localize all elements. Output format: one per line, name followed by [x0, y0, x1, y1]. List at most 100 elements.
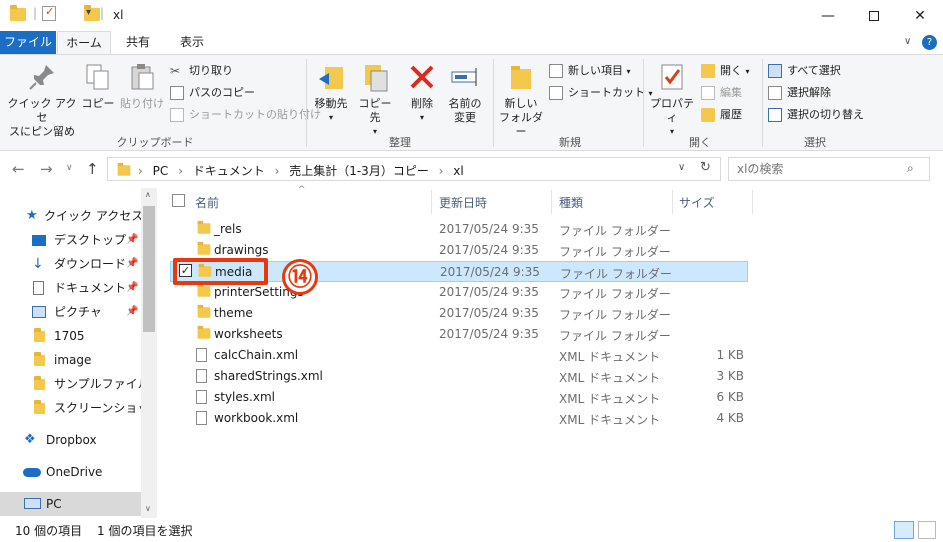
file-name: drawings	[214, 243, 269, 257]
maximize-button[interactable]	[851, 0, 897, 31]
nav-item-folder[interactable]: スクリーンショット	[0, 396, 157, 420]
nav-item-quick-access[interactable]: ★ クイック アクセス	[0, 204, 144, 228]
tab-home[interactable]: ホーム	[57, 31, 111, 54]
column-header-name[interactable]: 名前	[195, 194, 219, 211]
up-arrow-icon[interactable]: ↑	[86, 160, 99, 178]
nav-item-label: 1705	[54, 329, 85, 343]
help-icon[interactable]: ?	[922, 35, 937, 50]
column-divider[interactable]	[752, 190, 753, 214]
large-icons-view-icon[interactable]	[918, 521, 936, 539]
breadcrumb-item[interactable]: PC	[153, 164, 169, 178]
properties-icon[interactable]: ✓	[42, 5, 56, 21]
file-date: 2017/05/24 9:35	[439, 243, 539, 257]
folder-icon[interactable]	[10, 5, 26, 21]
nav-item-label: ダウンロード	[54, 257, 127, 271]
invert-selection-button[interactable]: 選択の切り替え	[768, 105, 864, 125]
column-divider[interactable]	[672, 190, 673, 214]
paste-shortcut-button[interactable]: ショートカットの貼り付け	[170, 105, 321, 125]
pin-quick-access-button[interactable]: クイック アクセ スにピン留め	[6, 61, 78, 139]
nav-item-folder[interactable]: image	[0, 348, 141, 372]
history-button[interactable]: 履歴	[701, 105, 742, 125]
select-none-button[interactable]: 選択解除	[768, 83, 831, 103]
delete-button[interactable]: 削除 ▾	[402, 61, 442, 125]
delete-label: 削除	[411, 97, 433, 110]
nav-item-pc[interactable]: PC	[0, 492, 141, 516]
column-header-size[interactable]: サイズ	[679, 194, 715, 211]
properties-button[interactable]: プロパティ ▾	[646, 61, 698, 139]
scroll-down-icon[interactable]: ∨	[145, 504, 151, 513]
select-all-checkbox[interactable]	[172, 194, 185, 207]
address-bar[interactable]: › PC › ドキュメント › 売上集計（1-3月）コピー › xl ∨ ↻	[107, 157, 721, 181]
cut-button[interactable]: ✂ 切り取り	[170, 61, 233, 81]
group-separator	[493, 59, 494, 147]
new-item-button[interactable]: 新しい項目 ▾	[549, 61, 631, 81]
delete-x-icon	[406, 61, 438, 93]
address-dropdown-icon[interactable]: ∨	[678, 162, 685, 173]
copy-to-button[interactable]: コピー先 ▾	[354, 61, 396, 139]
file-date: 2017/05/24 9:35	[439, 285, 539, 299]
breadcrumb-item[interactable]: 売上集計（1-3月）コピー	[289, 164, 429, 178]
nav-item-onedrive[interactable]: OneDrive	[0, 460, 141, 484]
forward-arrow-icon[interactable]: →	[40, 160, 53, 178]
table-row[interactable]: sharedStrings.xml XML ドキュメント 3 KB	[170, 366, 748, 387]
customize-qat-icon[interactable]: ▾	[86, 7, 91, 18]
copy-to-label: コピー先	[358, 97, 392, 124]
back-arrow-icon[interactable]: ←	[12, 160, 25, 178]
column-divider[interactable]	[431, 190, 432, 214]
nav-item-label: クイック アクセス	[44, 209, 144, 223]
minimize-button[interactable]: —	[805, 0, 851, 31]
nav-item-documents[interactable]: ドキュメント 📌	[0, 276, 141, 300]
copy-button[interactable]: コピー	[80, 61, 116, 111]
edit-button[interactable]: 編集	[701, 83, 742, 103]
nav-item-dropbox[interactable]: ❖ Dropbox	[0, 428, 141, 452]
search-input[interactable]	[729, 158, 899, 180]
document-icon	[33, 281, 44, 295]
breadcrumb-item[interactable]: ドキュメント	[193, 164, 265, 178]
select-all-label: すべて選択	[787, 64, 841, 77]
tab-view[interactable]: 表示	[166, 31, 218, 54]
easy-access-button[interactable]: ショートカット ▾	[549, 83, 653, 103]
move-to-button[interactable]: 移動先 ▾	[310, 61, 352, 125]
details-view-icon[interactable]	[894, 521, 914, 539]
table-row[interactable]: styles.xml XML ドキュメント 6 KB	[170, 387, 748, 408]
table-row[interactable]: worksheets 2017/05/24 9:35 ファイル フォルダー	[170, 324, 748, 345]
nav-item-folder[interactable]: サンプルファイル	[0, 372, 150, 396]
scroll-up-icon[interactable]: ∧	[145, 190, 151, 199]
scrollbar-thumb[interactable]	[143, 206, 155, 332]
paste-button[interactable]: 貼り付け	[118, 61, 166, 111]
rename-button[interactable]: 名前の 変更	[444, 61, 486, 125]
open-button[interactable]: 開く ▾	[701, 61, 750, 81]
table-row[interactable]: calcChain.xml XML ドキュメント 1 KB	[170, 345, 748, 366]
close-button[interactable]: ✕	[897, 0, 943, 31]
table-row[interactable]: workbook.xml XML ドキュメント 4 KB	[170, 408, 748, 429]
dropbox-icon: ❖	[24, 432, 36, 447]
search-box[interactable]: ⌕	[728, 157, 930, 181]
nav-item-folder[interactable]: 1705	[0, 324, 141, 348]
tab-share[interactable]: 共有	[112, 31, 164, 54]
nav-scrollbar[interactable]: ∧ ∨	[141, 188, 157, 518]
table-row[interactable]: theme 2017/05/24 9:35 ファイル フォルダー	[170, 303, 748, 324]
breadcrumb-item[interactable]: xl	[453, 164, 463, 178]
tab-file[interactable]: ファイル	[0, 31, 56, 54]
minimize-icon: —	[821, 7, 835, 24]
properties-label: プロパティ	[650, 97, 694, 124]
status-bar: 10 個の項目 1 個の項目を選択	[0, 518, 943, 542]
table-row[interactable]: printerSettings 2017/05/24 9:35 ファイル フォル…	[170, 282, 748, 303]
column-divider[interactable]	[551, 190, 552, 214]
refresh-icon[interactable]: ↻	[700, 160, 711, 175]
nav-item-pictures[interactable]: ピクチャ 📌	[0, 300, 141, 324]
copy-icon	[82, 61, 114, 93]
nav-item-desktop[interactable]: デスクトップ 📌	[0, 228, 141, 252]
chevron-right-icon: ›	[178, 164, 183, 178]
folder-icon	[34, 328, 45, 342]
column-header-type[interactable]: 種類	[559, 194, 583, 211]
column-header-date[interactable]: 更新日時	[439, 194, 487, 211]
new-folder-button[interactable]: 新しい フォルダー	[496, 61, 546, 139]
table-row[interactable]: _rels 2017/05/24 9:35 ファイル フォルダー	[170, 219, 748, 240]
nav-item-downloads[interactable]: ↓ ダウンロード 📌	[0, 252, 141, 276]
search-icon[interactable]: ⌕	[907, 161, 914, 176]
copy-path-button[interactable]: パスのコピー	[170, 83, 255, 103]
recent-locations-icon[interactable]: ∨	[66, 163, 73, 173]
collapse-ribbon-icon[interactable]: ∨	[904, 36, 911, 47]
select-all-button[interactable]: すべて選択	[768, 61, 841, 81]
